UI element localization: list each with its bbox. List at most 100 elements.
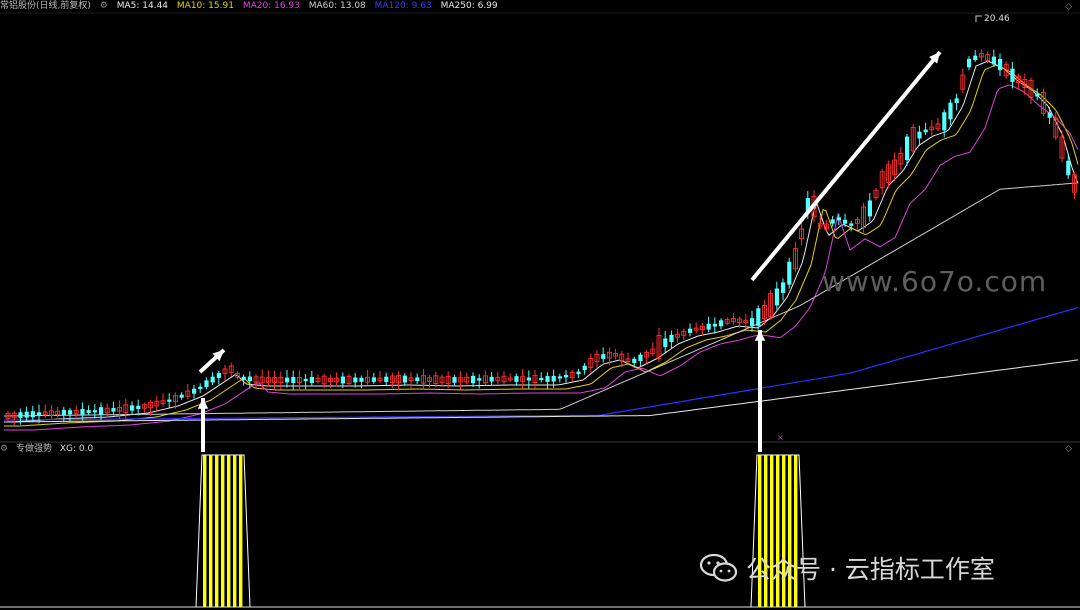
high-price-label: 20.46 bbox=[984, 14, 1010, 24]
candle-down bbox=[781, 282, 786, 293]
candle-down bbox=[192, 388, 197, 394]
candle-down bbox=[30, 411, 35, 418]
watermark: www.6o7o.com bbox=[822, 265, 1048, 298]
candle-down bbox=[669, 334, 674, 343]
candle-down bbox=[92, 410, 97, 413]
candle-down bbox=[942, 112, 947, 131]
ma10-label: MA10: 15.91 bbox=[176, 1, 234, 11]
candle-down bbox=[384, 376, 389, 382]
kline-chart[interactable]: × bbox=[0, 0, 1080, 610]
settings-icon[interactable]: ⚙ bbox=[0, 444, 8, 454]
ma250-line bbox=[4, 359, 1079, 423]
candle-down bbox=[353, 377, 358, 383]
candle-down bbox=[415, 377, 420, 382]
candle-down bbox=[80, 408, 85, 415]
signal-1-bar bbox=[221, 455, 225, 607]
candle-down bbox=[923, 129, 928, 133]
candle-down bbox=[867, 200, 872, 217]
candle-down bbox=[309, 377, 314, 383]
signal-1-bar bbox=[215, 455, 219, 607]
candle-down bbox=[514, 376, 519, 382]
candle-down bbox=[216, 373, 221, 378]
candle-down bbox=[210, 376, 215, 383]
candle-down bbox=[37, 412, 42, 416]
candle-down bbox=[291, 377, 296, 383]
candle-down bbox=[843, 219, 848, 224]
candle-down bbox=[719, 320, 724, 327]
candle-down bbox=[638, 354, 643, 361]
candle-down bbox=[750, 318, 755, 326]
wechat-icon bbox=[699, 553, 738, 583]
ma60-label: MA60: 13.08 bbox=[308, 1, 366, 11]
candle-down bbox=[830, 219, 835, 224]
indicator-value: XG: 0.0 bbox=[59, 444, 94, 454]
signal-1-bar bbox=[233, 455, 237, 607]
ma120-label: MA120: 9.63 bbox=[374, 1, 432, 11]
candle-down bbox=[836, 217, 841, 221]
candle-down bbox=[706, 323, 711, 330]
candle-down bbox=[576, 371, 581, 375]
candle-down bbox=[998, 58, 1003, 71]
candle-down bbox=[787, 261, 792, 285]
signal-1-bar bbox=[209, 455, 213, 607]
brand-text: 公众号 · 云指标工作室 bbox=[746, 555, 995, 584]
trend-arrow-2 bbox=[750, 50, 942, 282]
signal-mark: × bbox=[777, 433, 784, 442]
candle-down bbox=[285, 377, 290, 383]
ma250-label: MA250: 6.99 bbox=[440, 1, 498, 11]
candle-down bbox=[489, 376, 494, 382]
candle-down bbox=[1066, 160, 1071, 176]
candle-down bbox=[564, 375, 569, 378]
candle-down bbox=[340, 376, 345, 384]
candle-down bbox=[973, 55, 978, 61]
candle-down bbox=[545, 376, 550, 382]
candle-down bbox=[663, 338, 668, 348]
candle-down bbox=[167, 399, 172, 402]
candle-down bbox=[241, 376, 246, 380]
candle-down bbox=[24, 411, 29, 418]
candle-down bbox=[526, 377, 531, 381]
peak-marker bbox=[975, 15, 982, 22]
candle-down bbox=[99, 407, 104, 415]
candle-down bbox=[551, 375, 556, 382]
candle-down bbox=[632, 358, 637, 364]
main-legend: 常铝股份(日线,前复权) ⚙ MA5: 14.44 MA10: 15.91 MA… bbox=[0, 0, 504, 13]
diamond-icon[interactable]: ◇ bbox=[1065, 444, 1072, 454]
ma10-line bbox=[4, 64, 1079, 427]
buy-arrow-1-head bbox=[197, 398, 209, 409]
candle-down bbox=[359, 377, 364, 382]
candle-down bbox=[471, 375, 476, 384]
candle-down bbox=[1047, 112, 1052, 118]
indicator-name: 专做强势 bbox=[15, 444, 52, 454]
candle-down bbox=[756, 308, 761, 326]
candle-down bbox=[198, 386, 203, 390]
signal-1-bar bbox=[203, 455, 207, 607]
signal-1-bar bbox=[239, 455, 243, 607]
ma5-line bbox=[4, 60, 1079, 423]
candle-down bbox=[303, 378, 308, 382]
candle-down bbox=[61, 409, 66, 416]
candle-down bbox=[991, 56, 996, 65]
candle-down bbox=[111, 408, 116, 412]
footer-brand: 公众号 · 云指标工作室 bbox=[699, 548, 995, 588]
stock-name: 常铝股份(日线,前复权) bbox=[0, 1, 91, 11]
candle-down bbox=[402, 375, 407, 383]
candle-down bbox=[601, 354, 606, 359]
candle-down bbox=[68, 410, 73, 415]
candle-down bbox=[130, 405, 135, 411]
candle-down bbox=[247, 376, 252, 382]
candle-down bbox=[1035, 93, 1040, 97]
diamond-icon[interactable]: ◇ bbox=[1065, 2, 1072, 12]
candle-down bbox=[967, 58, 972, 68]
candle-down bbox=[539, 377, 544, 381]
candle-down bbox=[954, 98, 959, 103]
signal-1-bar bbox=[227, 455, 231, 607]
candle-down bbox=[712, 323, 717, 327]
candle-down bbox=[774, 288, 779, 306]
candle-down bbox=[86, 410, 91, 413]
candle-down bbox=[557, 376, 562, 379]
candle-down bbox=[917, 131, 922, 139]
settings-icon[interactable]: ⚙ bbox=[100, 1, 108, 11]
candle-down bbox=[948, 102, 953, 120]
candle-down bbox=[204, 380, 209, 388]
